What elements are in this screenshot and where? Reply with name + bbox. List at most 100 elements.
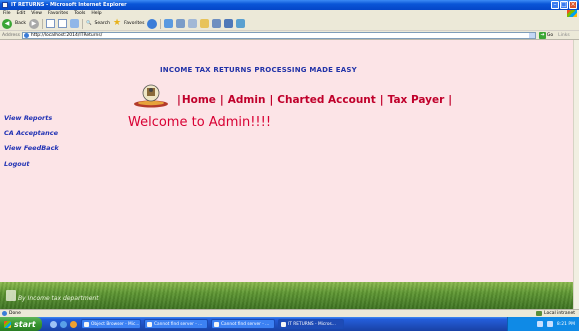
nav-separator: | — [448, 94, 453, 106]
favorites-button-label[interactable]: Favorites — [124, 21, 144, 26]
research-icon[interactable] — [224, 19, 234, 28]
browser-toolbar: ◀ Back ▶ 🔍 Search ★ Favorites — [0, 17, 579, 31]
tray-volume-icon[interactable] — [546, 321, 553, 327]
ie-app-icon — [2, 2, 8, 8]
history-icon[interactable] — [147, 18, 158, 29]
mail-icon[interactable] — [164, 19, 174, 28]
sidebar-item-logout[interactable]: Logout — [4, 160, 59, 168]
vertical-scrollbar[interactable] — [573, 40, 579, 309]
folder-icon[interactable] — [200, 19, 210, 28]
main-nav: | Home | Admin | Charted Account | Tax P… — [173, 94, 456, 106]
toolbar-separator — [81, 18, 83, 29]
taskbar-item[interactable]: Object Browser - Mic... — [81, 319, 141, 329]
home-icon[interactable] — [69, 19, 79, 28]
nav-separator: | — [219, 94, 224, 106]
income-tax-emblem-logo — [134, 84, 168, 108]
messenger-icon[interactable] — [212, 19, 222, 28]
page-icon — [23, 32, 29, 38]
windows-logo-icon — [567, 10, 577, 17]
window-title-bar[interactable]: IT RETURNS - Microsoft Internet Explorer… — [0, 0, 579, 10]
search-button-label[interactable]: Search — [95, 21, 110, 26]
windows-taskbar: start Object Browser - Mic... Cannot fin… — [0, 317, 579, 331]
window-icon — [281, 321, 286, 327]
status-text: Done — [9, 311, 21, 316]
menu-bar: File Edit View Favorites Tools Help — [0, 10, 579, 17]
go-label: Go — [546, 32, 554, 38]
intranet-zone-icon — [536, 311, 543, 316]
admin-sidebar: View Reports CA Acceptance View FeedBack… — [4, 114, 59, 168]
taskbar-item-active[interactable]: IT RETURNS - Micros... — [278, 319, 344, 329]
toolbar-extra-icon[interactable] — [236, 19, 246, 28]
stop-icon[interactable] — [45, 19, 55, 28]
address-input[interactable]: http://localhost:2014/ITReturns/ — [21, 31, 536, 39]
clock[interactable]: 8:21 PM — [557, 322, 575, 327]
menu-favorites[interactable]: Favorites — [48, 11, 68, 16]
ie-quicklaunch-icon[interactable] — [60, 320, 67, 328]
taskbar-item[interactable]: Cannot find server - ... — [211, 319, 275, 329]
window-icon — [214, 321, 219, 327]
tray-network-icon[interactable] — [536, 321, 543, 327]
menu-file[interactable]: File — [3, 11, 11, 16]
page-heading: INCOME TAX RETURNS PROCESSING MADE EASY — [160, 66, 357, 74]
favorites-star-icon[interactable]: ★ — [113, 19, 121, 28]
forward-arrow-icon[interactable]: ▶ — [28, 18, 39, 29]
window-title: IT RETURNS - Microsoft Internet Explorer — [11, 2, 127, 8]
windows-flag-icon — [4, 320, 11, 328]
footer-text: By Income tax department — [18, 295, 99, 302]
window-controls: – □ × — [551, 1, 577, 9]
task-label: Object Browser - Mic... — [91, 321, 140, 327]
address-dropdown-icon[interactable] — [528, 32, 535, 38]
print-icon[interactable] — [176, 19, 186, 28]
menu-tools[interactable]: Tools — [74, 11, 85, 16]
menu-edit[interactable]: Edit — [17, 11, 26, 16]
links-button[interactable]: Links — [558, 33, 570, 38]
task-label: Cannot find server - ... — [221, 321, 270, 327]
window-icon — [147, 321, 152, 327]
welcome-message: Welcome to Admin!!!! — [128, 115, 272, 130]
search-icon[interactable]: 🔍 — [86, 21, 92, 26]
nav-separator: | — [269, 94, 274, 106]
address-label: Address — [2, 32, 20, 38]
menu-help[interactable]: Help — [91, 11, 101, 16]
minimize-button[interactable]: – — [551, 1, 559, 9]
refresh-icon[interactable] — [57, 19, 67, 28]
taskbar-item[interactable]: Cannot find server - ... — [144, 319, 208, 329]
zone-label: Local intranet — [544, 311, 575, 316]
edit-icon[interactable] — [188, 19, 198, 28]
show-desktop-icon[interactable] — [50, 320, 57, 328]
start-button[interactable]: start — [0, 317, 42, 331]
toolbar-separator — [41, 18, 43, 29]
back-button-label[interactable]: Back — [15, 21, 26, 26]
go-arrow-icon: ➜ — [538, 31, 546, 39]
task-label: IT RETURNS - Micros... — [288, 321, 336, 327]
address-bar: Address http://localhost:2014/ITReturns/… — [0, 31, 579, 40]
status-bar: Done Local intranet — [0, 309, 579, 317]
back-arrow-icon[interactable]: ◀ — [2, 18, 12, 29]
nav-admin[interactable]: Admin — [228, 94, 266, 106]
sidebar-item-view-reports[interactable]: View Reports — [4, 114, 59, 122]
nav-separator: | — [379, 94, 384, 106]
quick-launch — [50, 320, 77, 328]
media-quicklaunch-icon[interactable] — [70, 320, 77, 328]
nav-separator: | — [177, 94, 181, 106]
footer-emblem-icon — [6, 290, 16, 301]
toolbar-separator — [160, 18, 162, 29]
sidebar-item-view-feedback[interactable]: View FeedBack — [4, 144, 59, 152]
sidebar-item-ca-acceptance[interactable]: CA Acceptance — [4, 129, 59, 137]
system-tray: 8:21 PM — [507, 317, 579, 331]
go-button[interactable]: ➜ Go — [538, 31, 554, 39]
nav-charted-account[interactable]: Charted Account — [277, 94, 376, 106]
task-label: Cannot find server - ... — [154, 321, 203, 327]
status-page-icon — [2, 311, 7, 316]
nav-home[interactable]: Home — [182, 94, 216, 106]
menu-view[interactable]: View — [31, 11, 42, 16]
nav-tax-payer[interactable]: Tax Payer — [388, 94, 445, 106]
close-button[interactable]: × — [569, 1, 577, 9]
security-zone: Local intranet — [536, 311, 575, 316]
start-label: start — [14, 319, 36, 329]
window-icon — [84, 321, 89, 327]
address-url[interactable]: http://localhost:2014/ITReturns/ — [31, 33, 102, 38]
maximize-button[interactable]: □ — [560, 1, 568, 9]
page-content: INCOME TAX RETURNS PROCESSING MADE EASY … — [0, 40, 579, 309]
footer-grass-banner: By Income tax department — [0, 282, 573, 309]
